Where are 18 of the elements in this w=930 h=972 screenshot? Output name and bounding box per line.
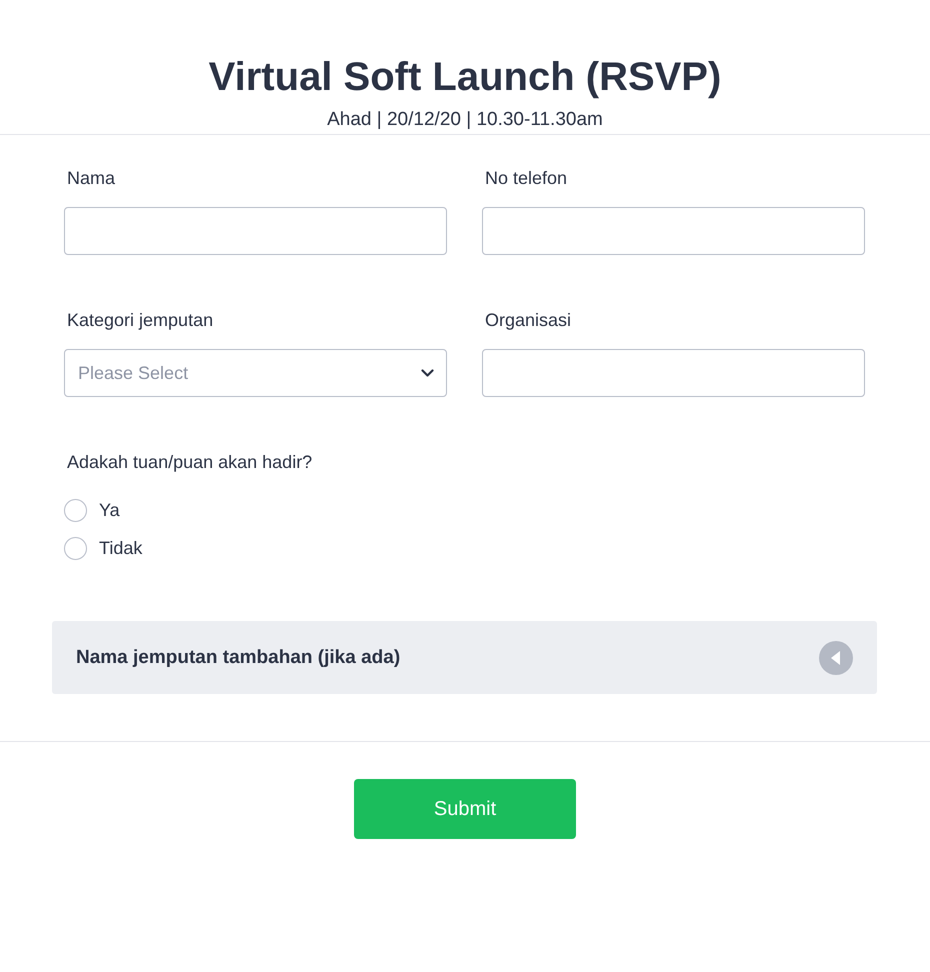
question-label: Adakah tuan/puan akan hadir? <box>67 451 314 473</box>
input-field[interactable] <box>64 207 447 255</box>
radio-button[interactable] <box>64 536 87 560</box>
submit-button[interactable]: Submit <box>354 779 576 839</box>
field-label: No telefon <box>485 167 568 189</box>
field-label: Kategori jemputan <box>67 309 214 331</box>
form-title: Virtual Soft Launch (RSVP) <box>208 54 722 101</box>
input-field[interactable] <box>482 207 865 255</box>
form-subtitle: Ahad | 20/12/20 | 10.30-11.30am <box>327 109 603 131</box>
radio-label: Ya <box>99 500 120 520</box>
field-label: Organisasi <box>485 309 572 331</box>
chevron-down-icon <box>421 369 434 377</box>
dropdown-field[interactable]: Please Select <box>64 349 447 397</box>
radio-label: Tidak <box>99 538 142 558</box>
field-label: Nama <box>67 167 116 189</box>
radio-button[interactable] <box>64 498 87 522</box>
input-field[interactable] <box>482 349 865 397</box>
collapsible-section[interactable]: Nama jemputan tambahan (jika ada) <box>52 621 877 694</box>
